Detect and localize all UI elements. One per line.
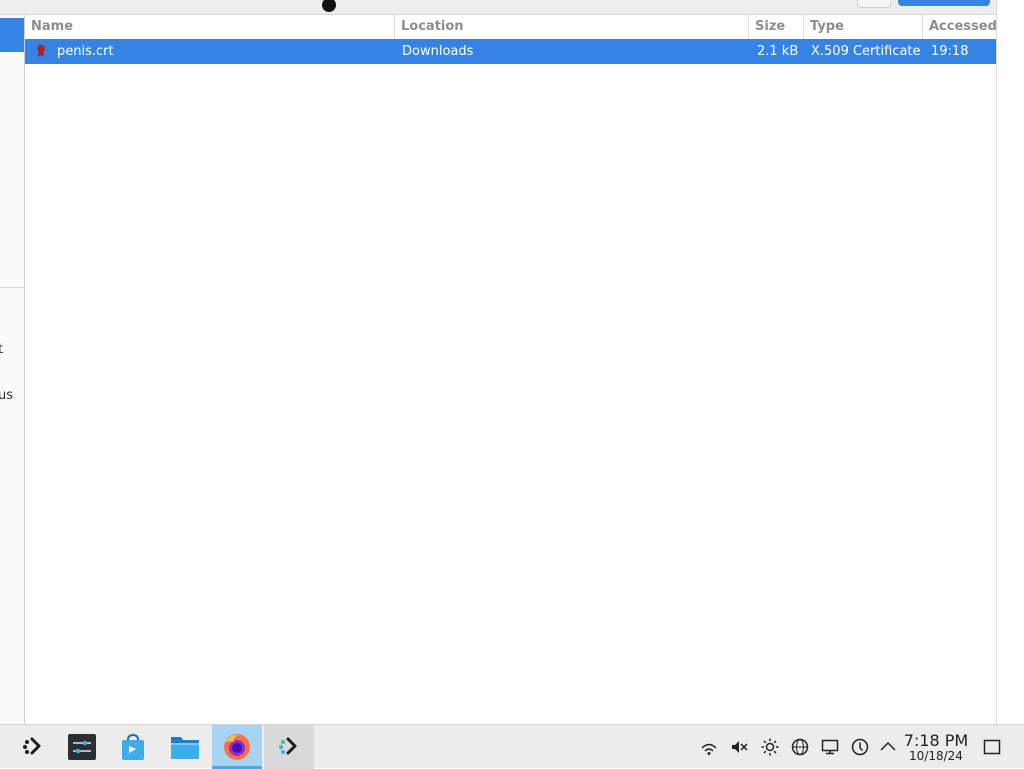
firefox-icon [224, 734, 250, 760]
file-type: X.509 Certificate [811, 44, 921, 59]
places-sidebar: t us [0, 15, 25, 724]
open-button[interactable] [898, 0, 990, 6]
sidebar-item-selected[interactable] [0, 18, 24, 52]
file-location: Downloads [402, 44, 474, 59]
system-settings-icon [68, 734, 96, 760]
file-list: Name Location Size Type Accessed penis.c… [25, 15, 996, 724]
expand-tray-icon[interactable] [879, 738, 897, 756]
store-icon [122, 733, 144, 760]
volume-muted-icon[interactable] [730, 738, 748, 756]
clock-date: 10/18/24 [909, 749, 963, 763]
dialog-header-bar [0, 0, 996, 15]
desktop-edge [996, 0, 1024, 724]
clock-time: 7:18 PM [903, 731, 969, 750]
taskbar: 7:18 PM 10/18/24 [0, 724, 1024, 769]
column-header-name[interactable]: Name [25, 15, 394, 39]
taskbar-app-discover[interactable] [108, 725, 158, 769]
show-desktop-icon[interactable] [983, 738, 1001, 756]
file-accessed: 19:18 [931, 44, 969, 59]
vpn-globe-icon[interactable] [791, 738, 809, 756]
file-row[interactable]: penis.crt Downloads 2.1 kB X.509 Certifi… [25, 39, 996, 64]
brightness-icon[interactable] [761, 738, 779, 756]
sidebar-item-label[interactable]: us [0, 388, 13, 403]
column-header-accessed[interactable]: Accessed [922, 15, 996, 39]
column-header-size[interactable]: Size [748, 15, 803, 39]
cursor-icon [322, 0, 336, 12]
file-chooser-dialog: t us Name Location Size Type Accessed pe… [0, 0, 996, 724]
file-list-header: Name Location Size Type Accessed [25, 15, 996, 40]
file-size: 2.1 kB [757, 44, 799, 59]
app-launcher-icon [23, 737, 41, 755]
file-name: penis.crt [57, 44, 114, 59]
taskbar-app-system-settings[interactable] [57, 725, 107, 769]
clock[interactable]: 7:18 PM 10/18/24 [900, 732, 972, 763]
app-launcher-button[interactable] [8, 725, 58, 769]
column-header-type[interactable]: Type [803, 15, 922, 39]
taskbar-app-launcher-2[interactable] [264, 725, 314, 769]
column-header-location[interactable]: Location [394, 15, 748, 39]
app-launcher-icon [279, 737, 297, 755]
display-icon[interactable] [821, 738, 839, 756]
sidebar-item-label[interactable]: t [0, 342, 3, 357]
taskbar-app-file-manager[interactable] [160, 725, 210, 769]
updates-icon[interactable] [851, 738, 869, 756]
certificate-icon [37, 44, 45, 57]
taskbar-app-firefox[interactable] [212, 725, 262, 769]
folder-icon [171, 737, 199, 759]
network-icon[interactable] [700, 738, 718, 756]
cancel-button[interactable] [857, 0, 891, 8]
sidebar-separator [0, 287, 24, 288]
